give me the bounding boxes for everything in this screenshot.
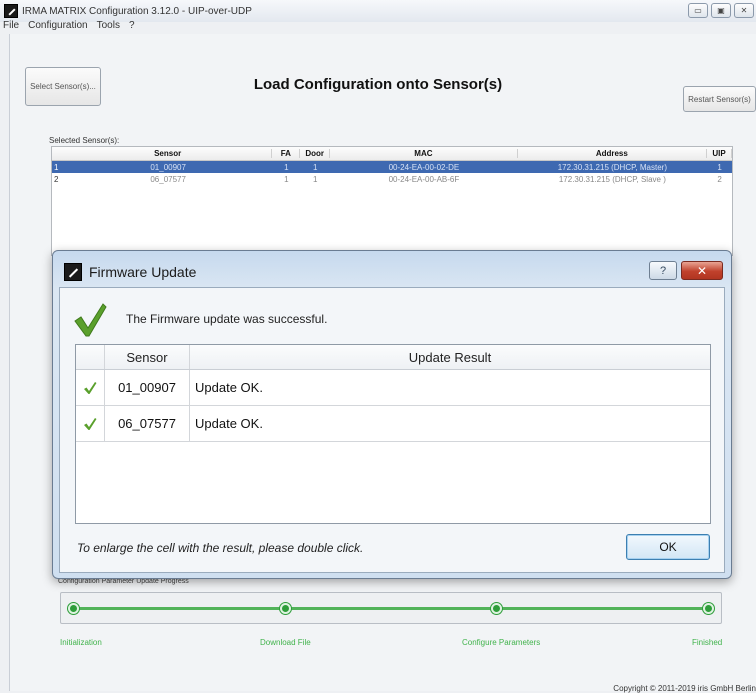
column-header-fa[interactable]: FA [272, 149, 301, 158]
menu-help[interactable]: ? [129, 20, 135, 34]
step-label-initialization: Initialization [60, 638, 102, 647]
cell-address: 172.30.31.215 (DHCP, Master) [557, 162, 667, 172]
progress-node-configure [491, 603, 502, 614]
selected-sensors-table: Sensor FA Door MAC Address UIP 1 01_0090… [51, 146, 733, 256]
header-status [76, 345, 105, 369]
column-header-mac[interactable]: MAC [330, 149, 518, 158]
restart-sensors-button[interactable]: Restart Sensor(s) [683, 86, 756, 112]
table-row[interactable]: 01_00907 Update OK. [76, 370, 710, 406]
help-icon: ? [659, 264, 667, 277]
title-bar: IRMA MATRIX Configuration 3.12.0 - UIP-o… [0, 0, 756, 22]
maximize-button[interactable]: ▣ [711, 3, 731, 18]
cell-uip: 2 [717, 174, 722, 184]
column-header-sensor[interactable]: Sensor [105, 345, 190, 369]
cell-update-result: Update OK. [195, 416, 263, 431]
results-header: Sensor Update Result [76, 345, 710, 370]
progress-node-download [280, 603, 291, 614]
menu-bar: File Configuration Tools ? [0, 20, 756, 34]
check-icon [84, 417, 97, 430]
cell-sensor: 01_00907 [150, 162, 186, 172]
table-row[interactable]: 2 06_07577 1 1 00-24-EA-00-AB-6F 172.30.… [52, 173, 732, 185]
page-title: Load Configuration onto Sensor(s) [253, 76, 503, 93]
close-icon: ✕ [696, 263, 708, 278]
dialog-title: Firmware Update [89, 264, 197, 280]
menu-configuration[interactable]: Configuration [28, 20, 87, 34]
table-row[interactable]: 1 01_00907 1 1 00-24-EA-00-02-DE 172.30.… [52, 161, 732, 173]
minimize-button[interactable]: ▭ [688, 3, 708, 18]
close-button[interactable]: ✕ [681, 261, 723, 280]
help-button[interactable]: ? [649, 261, 677, 280]
copyright: Copyright © 2011-2019 iris GmbH Berlin [613, 684, 756, 693]
check-icon [84, 381, 97, 394]
cell-mac: 00-24-EA-00-02-DE [388, 162, 460, 172]
cell-mac: 00-24-EA-00-AB-6F [388, 174, 460, 184]
window-title: IRMA MATRIX Configuration 3.12.0 - UIP-o… [22, 5, 252, 17]
firmware-update-dialog: Firmware Update ? ✕ The Firmware update … [52, 250, 732, 579]
step-label-finished: Finished [692, 638, 723, 647]
status-cell [76, 370, 105, 405]
column-header-sensor[interactable]: Sensor [64, 149, 273, 158]
table-row[interactable]: 06_07577 Update OK. [76, 406, 710, 442]
cell-door: 1 [313, 162, 318, 172]
progress-node-finished [703, 603, 714, 614]
table-header: Sensor FA Door MAC Address UIP [52, 147, 732, 161]
step-label-configure: Configure Parameters [462, 638, 541, 647]
cell-update-result: Update OK. [195, 380, 263, 395]
check-icon [74, 303, 107, 337]
cell-fa: 1 [284, 174, 289, 184]
app-icon [64, 263, 82, 281]
ok-button[interactable]: OK [626, 534, 710, 560]
progress-track [60, 592, 722, 624]
cell-door: 1 [313, 174, 318, 184]
cell-address: 172.30.31.215 (DHCP, Slave ) [558, 174, 666, 184]
menu-file[interactable]: File [3, 20, 19, 34]
row-index: 2 [54, 174, 59, 184]
dialog-body: The Firmware update was successful. Sens… [59, 287, 725, 573]
column-header-address[interactable]: Address [518, 149, 708, 158]
progress-label: Configuration Parameter Update Progress [58, 578, 189, 585]
status-cell [76, 406, 105, 441]
cell-sensor: 06_07577 [150, 174, 186, 184]
column-header-update-result[interactable]: Update Result [190, 345, 710, 369]
cell-sensor: 01_00907 [105, 370, 190, 405]
success-message: The Firmware update was successful. [126, 312, 328, 326]
progress-line [74, 607, 710, 610]
update-results-table: Sensor Update Result 01_00907 Update OK. [75, 344, 711, 524]
window-controls: ▭ ▣ ✕ [688, 3, 754, 18]
close-window-button[interactable]: ✕ [734, 3, 754, 18]
step-label-download: Download File [260, 638, 311, 647]
column-header-uip[interactable]: UIP [707, 149, 732, 158]
progress-node-initialization [68, 603, 79, 614]
cell-fa: 1 [284, 162, 289, 172]
cell-sensor: 06_07577 [105, 406, 190, 441]
hint-text: To enlarge the cell with the result, ple… [77, 541, 364, 555]
menu-tools[interactable]: Tools [97, 20, 120, 34]
column-header-door[interactable]: Door [300, 149, 331, 158]
selected-sensors-label: Selected Sensor(s): [49, 136, 120, 145]
app-icon [4, 4, 18, 18]
row-index: 1 [54, 162, 59, 172]
cell-uip: 1 [717, 162, 722, 172]
